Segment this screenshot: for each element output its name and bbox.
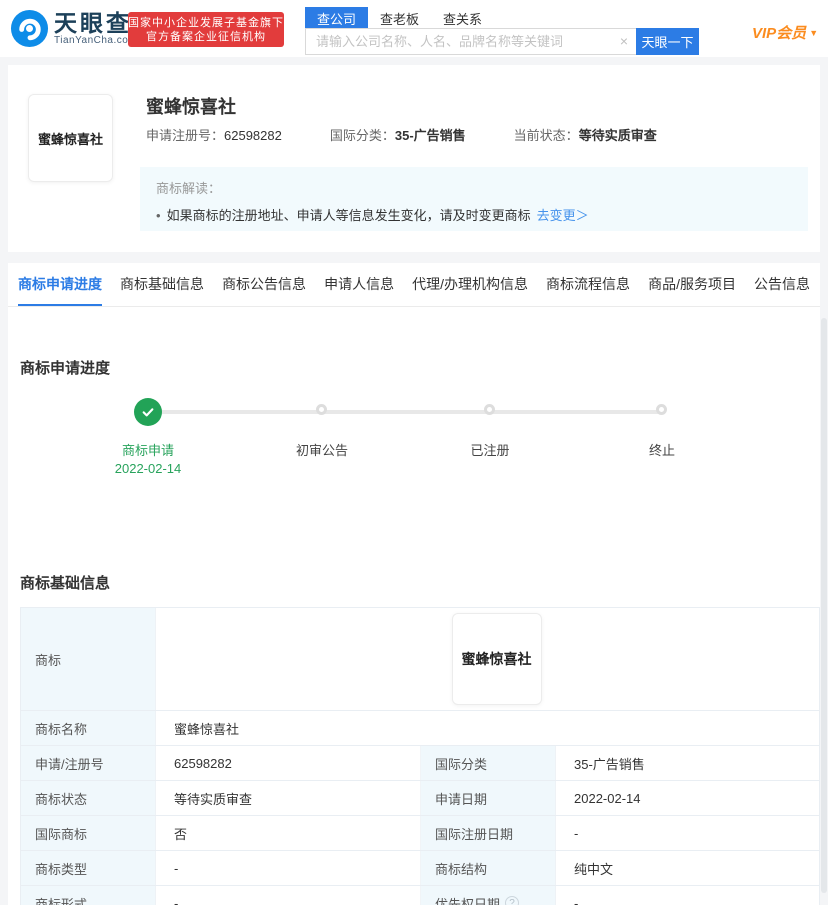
meta-current-status: 当前状态：等待实质审查 xyxy=(513,128,657,143)
trademark-thumbnail[interactable]: 蜜蜂惊喜社 xyxy=(28,94,113,182)
table-row: 商标 蜜蜂惊喜社 xyxy=(21,608,819,711)
timeline-node-done xyxy=(134,398,162,426)
eye-logo-icon xyxy=(10,9,49,48)
gov-certification-badge: 国家中小企业发展子基金旗下 官方备案企业征信机构 xyxy=(128,12,284,47)
scrollbar[interactable] xyxy=(821,318,827,893)
row-label: 国际商标 xyxy=(21,816,156,850)
row-value: - xyxy=(574,895,579,905)
trademark-image[interactable]: 蜜蜂惊喜社 xyxy=(451,613,542,705)
row-value: 否 xyxy=(156,816,421,850)
clear-icon[interactable]: × xyxy=(620,33,628,49)
brand-domain: TianYanCha.com xyxy=(54,35,138,46)
row-label: 申请日期 xyxy=(421,781,556,815)
badge-line1: 国家中小企业发展子基金旗下 xyxy=(128,16,284,29)
row-label: 国际分类 xyxy=(421,746,556,780)
row-value: - xyxy=(156,886,421,905)
row-value: 蜜蜂惊喜社 xyxy=(174,721,240,737)
table-row: 商标类型 - 商标结构 纯中文 xyxy=(21,851,819,886)
row-value: 等待实质审查 xyxy=(156,781,421,815)
tab-application-progress[interactable]: 商标申请进度 xyxy=(18,263,102,306)
row-label: 国际注册日期 xyxy=(421,816,556,850)
trademark-header-card: 蜜蜂惊喜社 蜜蜂惊喜社 申请注册号：62598282 国际分类：35-广告销售 … xyxy=(8,65,820,252)
timeline-step-label: 初审公告 xyxy=(295,443,348,458)
meta-reg-number: 申请注册号：62598282 xyxy=(146,128,282,143)
table-row: 国际商标 否 国际注册日期 - xyxy=(21,816,819,851)
row-value: 35-广告销售 xyxy=(574,756,645,772)
tab-gazette-info[interactable]: 商标公告信息 xyxy=(222,263,306,306)
section-title-basic-info: 商标基础信息 xyxy=(20,575,111,592)
row-value: 62598282 xyxy=(156,746,421,780)
tab-process-info[interactable]: 商标流程信息 xyxy=(546,263,630,306)
vip-label: VIP会员 xyxy=(752,25,807,42)
timeline-node-pending xyxy=(484,404,495,415)
table-row: 申请/注册号 62598282 国际分类 35-广告销售 xyxy=(21,746,819,781)
timeline-step-label: 终止 xyxy=(648,443,675,458)
search-tab-relation[interactable]: 查关系 xyxy=(431,7,494,28)
row-value: - xyxy=(156,851,421,885)
tab-agency-info[interactable]: 代理/办理机构信息 xyxy=(412,263,528,306)
interpretation-title: 商标解读： xyxy=(156,181,222,196)
row-label: 商标结构 xyxy=(421,851,556,885)
timeline-node-pending xyxy=(656,404,667,415)
section-title-progress: 商标申请进度 xyxy=(20,360,111,377)
table-row: 商标状态 等待实质审查 申请日期 2022-02-14 xyxy=(21,781,819,816)
table-row: 商标名称 蜜蜂惊喜社 xyxy=(21,711,819,746)
help-icon[interactable]: ? xyxy=(505,896,520,905)
row-value: - xyxy=(574,825,579,841)
meta-intl-class: 国际分类：35-广告销售 xyxy=(329,128,466,143)
badge-line2: 官方备案企业征信机构 xyxy=(146,30,266,43)
search-type-tabs: 查公司 查老板 查关系 xyxy=(305,7,699,28)
trademark-meta: 申请注册号：62598282 国际分类：35-广告销售 当前状态：等待实质审查 xyxy=(146,125,657,144)
timeline-track xyxy=(148,410,662,414)
basic-info-table: 商标 蜜蜂惊喜社 商标名称 蜜蜂惊喜社 申请/注册号 62598282 国际分类… xyxy=(20,607,820,905)
search-input[interactable] xyxy=(305,28,636,55)
arrow-right-icon: ＞ xyxy=(575,208,589,223)
search-tab-company[interactable]: 查公司 xyxy=(305,7,369,28)
timeline-step-date: 2022-02-14 xyxy=(114,461,182,476)
trademark-interpretation-box: 商标解读： • 如果商标的注册地址、申请人等信息发生变化，请及时变更商标 去变更＞ xyxy=(140,167,808,231)
row-value: 2022-02-14 xyxy=(574,790,641,806)
bullet-icon: • xyxy=(156,208,161,223)
search-tab-boss[interactable]: 查老板 xyxy=(368,7,431,28)
tab-announcement-info[interactable]: 公告信息 xyxy=(754,263,810,306)
row-label: 商标名称 xyxy=(21,711,156,745)
chevron-down-icon: ▼ xyxy=(809,28,819,38)
check-icon xyxy=(142,408,154,417)
table-row: 商标形式 - 优先权日期? - xyxy=(21,886,819,905)
brand-name: 天眼查 xyxy=(54,10,132,36)
detail-tab-bar: 商标申请进度 商标基础信息 商标公告信息 申请人信息 代理/办理机构信息 商标流… xyxy=(8,263,820,307)
row-label: 商标 xyxy=(21,608,156,710)
row-label: 商标状态 xyxy=(21,781,156,815)
trademark-title: 蜜蜂惊喜社 xyxy=(146,97,236,117)
tab-basic-info[interactable]: 商标基础信息 xyxy=(120,263,204,306)
timeline-node-pending xyxy=(316,404,327,415)
search-button[interactable]: 天眼一下 xyxy=(636,28,699,55)
row-label: 优先权日期 xyxy=(435,896,501,905)
top-bar: 天眼查 TianYanCha.com 国家中小企业发展子基金旗下 官方备案企业征… xyxy=(0,0,828,57)
tianyancha-logo[interactable]: 天眼查 TianYanCha.com xyxy=(10,9,137,48)
row-label: 商标类型 xyxy=(21,851,156,885)
main-content-card: 商标申请进度 商标基础信息 商标公告信息 申请人信息 代理/办理机构信息 商标流… xyxy=(8,263,820,905)
row-label: 申请/注册号 xyxy=(21,746,156,780)
tab-applicant-info[interactable]: 申请人信息 xyxy=(324,263,394,306)
timeline-step-label: 商标申请 xyxy=(121,443,174,458)
timeline-step-label: 已注册 xyxy=(470,443,510,458)
go-change-link[interactable]: 去变更＞ xyxy=(537,208,589,223)
application-progress-timeline: 商标申请 2022-02-14 初审公告 已注册 终止 xyxy=(8,398,820,526)
row-label: 商标形式 xyxy=(21,886,156,905)
row-value: 纯中文 xyxy=(574,861,614,877)
interpretation-tip: • 如果商标的注册地址、申请人等信息发生变化，请及时变更商标 去变更＞ xyxy=(156,208,589,223)
tab-goods-services[interactable]: 商品/服务项目 xyxy=(648,263,736,306)
vip-member-menu[interactable]: VIP会员 ▼ xyxy=(752,22,818,43)
